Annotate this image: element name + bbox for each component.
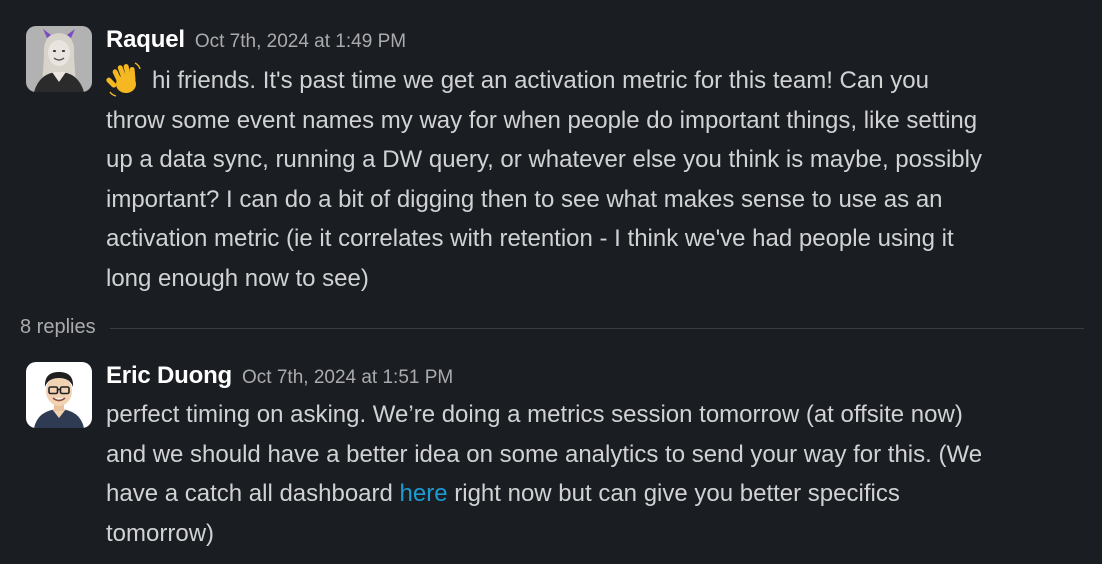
author-name[interactable]: Raquel — [106, 26, 185, 53]
message-line: long enough now to see) — [106, 264, 369, 292]
dashboard-link[interactable]: here — [400, 480, 448, 507]
message-text: right now but can give you better specif… — [447, 480, 900, 507]
raquel-avatar-icon — [26, 26, 92, 92]
message-line: have a catch all dashboard here right no… — [106, 474, 1091, 514]
timestamp[interactable]: Oct 7th, 2024 at 1:51 PM — [242, 367, 453, 388]
timestamp[interactable]: Oct 7th, 2024 at 1:49 PM — [195, 31, 406, 52]
message-raquel: Raquel Oct 7th, 2024 at 1:49 PM hi friend… — [0, 0, 1102, 300]
message-header: Eric Duong Oct 7th, 2024 at 1:51 PM — [106, 362, 453, 390]
replies-count-link[interactable]: 8 replies — [20, 316, 110, 339]
avatar[interactable] — [26, 26, 92, 92]
message-text: have a catch all dashboard — [106, 480, 400, 507]
message-body: perfect timing on asking. We’re doing a … — [106, 395, 1091, 553]
message-line: important? I can do a bit of digging the… — [106, 185, 943, 213]
message-line: tomorrow) — [106, 519, 215, 547]
message-line: activation metric (ie it correlates with… — [106, 225, 954, 252]
message-line: hi friends. It's past time we get an act… — [106, 60, 1091, 101]
message-line: throw some event names my way for when p… — [106, 106, 978, 134]
author-name[interactable]: Eric Duong — [106, 362, 232, 389]
waving-hand-emoji-icon — [106, 62, 141, 97]
message-body: hi friends. It's past time we get an act… — [106, 60, 1091, 298]
message-line: perfect timing on asking. We’re doing a … — [106, 401, 963, 428]
message-text: hi friends. It's past time we get an act… — [152, 67, 929, 94]
message-eric-duong: Eric Duong Oct 7th, 2024 at 1:51 PM perfe… — [0, 350, 1102, 564]
divider — [20, 328, 1084, 329]
message-line: and we should have a better idea on some… — [106, 440, 983, 468]
eric-avatar-icon — [26, 362, 92, 428]
avatar[interactable] — [26, 362, 92, 428]
message-header: Raquel Oct 7th, 2024 at 1:49 PM — [106, 26, 406, 54]
message-line: up a data sync, running a DW query, or w… — [106, 146, 982, 173]
thread-replies: 8 replies — [20, 316, 1084, 342]
